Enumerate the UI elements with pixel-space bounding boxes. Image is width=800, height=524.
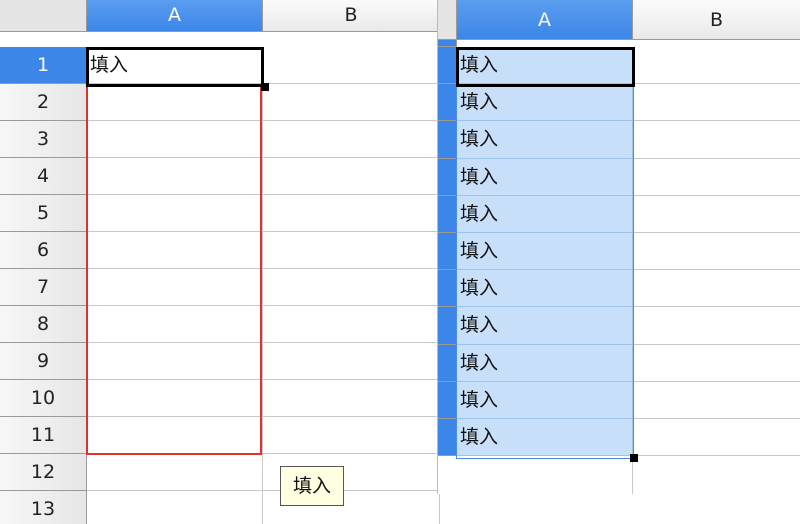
row-header-6[interactable] bbox=[438, 233, 457, 271]
cell-b1[interactable] bbox=[633, 47, 800, 85]
cell-b5[interactable] bbox=[263, 195, 440, 232]
cell-b8[interactable] bbox=[633, 307, 800, 345]
row-header-gap bbox=[438, 40, 457, 47]
right-spreadsheet: A B 填入 填入 填入 填入 填入 填入 填入 填入 填入 填入 填入 bbox=[437, 0, 800, 494]
column-header-b[interactable]: B bbox=[633, 0, 800, 40]
cell-b-next[interactable] bbox=[633, 456, 800, 494]
cell-a8[interactable] bbox=[87, 306, 263, 343]
row-header-4[interactable] bbox=[438, 158, 457, 196]
row-header-4[interactable]: 4 bbox=[0, 158, 87, 195]
row-header-10[interactable]: 10 bbox=[0, 380, 87, 417]
cell-a9[interactable] bbox=[87, 343, 263, 380]
fill-handle[interactable] bbox=[630, 454, 638, 462]
row-header-11[interactable] bbox=[438, 419, 457, 457]
select-all-corner[interactable] bbox=[0, 0, 87, 32]
cell-a8[interactable]: 填入 bbox=[457, 307, 633, 345]
row-header-12[interactable]: 12 bbox=[0, 454, 87, 491]
cell-b11[interactable] bbox=[263, 417, 440, 454]
cell-a10[interactable]: 填入 bbox=[457, 381, 633, 419]
row-header-10[interactable] bbox=[438, 381, 457, 419]
cell-b8[interactable] bbox=[263, 306, 440, 343]
cell-a3[interactable] bbox=[87, 121, 263, 158]
cell-b10[interactable] bbox=[633, 382, 800, 419]
cell-a11[interactable] bbox=[87, 417, 263, 454]
cell-b6[interactable] bbox=[263, 232, 440, 269]
fill-handle[interactable] bbox=[261, 83, 269, 91]
cell-a4[interactable]: 填入 bbox=[457, 158, 633, 196]
row-header-3[interactable] bbox=[438, 121, 457, 159]
cell-a2[interactable]: 填入 bbox=[457, 84, 633, 122]
cell-a13[interactable] bbox=[87, 491, 263, 524]
cell-b7[interactable] bbox=[633, 270, 800, 308]
cell-a6[interactable]: 填入 bbox=[457, 233, 633, 271]
cell-a1[interactable]: 填入 bbox=[457, 47, 633, 85]
cell-a6[interactable] bbox=[87, 232, 263, 269]
cell-a4[interactable] bbox=[87, 158, 263, 195]
left-spreadsheet: A B 1 填入 2 3 4 5 6 7 8 9 10 11 12 13 bbox=[0, 0, 440, 524]
cell-a3[interactable]: 填入 bbox=[457, 121, 633, 159]
cell-a-next[interactable] bbox=[457, 456, 633, 494]
cell-b7[interactable] bbox=[263, 269, 440, 306]
cell-a7[interactable] bbox=[87, 269, 263, 306]
column-header-a[interactable]: A bbox=[457, 0, 633, 40]
cell-b11[interactable] bbox=[633, 419, 800, 457]
row-header-13[interactable]: 13 bbox=[0, 491, 87, 524]
cell-b3[interactable] bbox=[633, 121, 800, 159]
cell-a5[interactable]: 填入 bbox=[457, 195, 633, 233]
row-header-1[interactable] bbox=[438, 47, 457, 85]
fill-preview-tooltip: 填入 bbox=[280, 466, 344, 506]
cell-b2[interactable] bbox=[633, 84, 800, 122]
column-header-b[interactable]: B bbox=[263, 0, 440, 32]
cell-b10[interactable] bbox=[263, 380, 440, 417]
cell-a1[interactable]: 填入 bbox=[87, 47, 263, 84]
cell-b2[interactable] bbox=[263, 84, 440, 121]
cell-b9[interactable] bbox=[263, 343, 440, 380]
cell-a11[interactable]: 填入 bbox=[457, 419, 633, 457]
cell-a7[interactable]: 填入 bbox=[457, 270, 633, 308]
row-header-3[interactable]: 3 bbox=[0, 121, 87, 158]
row-header-11[interactable]: 11 bbox=[0, 417, 87, 454]
row-header-6[interactable]: 6 bbox=[0, 232, 87, 269]
row-header-7[interactable] bbox=[438, 270, 457, 308]
row-header-5[interactable]: 5 bbox=[0, 195, 87, 232]
row-header-5[interactable] bbox=[438, 195, 457, 233]
cell-b4[interactable] bbox=[633, 159, 800, 196]
cell-b9[interactable] bbox=[633, 345, 800, 382]
row-header-7[interactable]: 7 bbox=[0, 269, 87, 306]
cell-a12[interactable] bbox=[87, 454, 263, 491]
row-header-1[interactable]: 1 bbox=[0, 47, 87, 84]
cell-a5[interactable] bbox=[87, 195, 263, 232]
row-header-8[interactable]: 8 bbox=[0, 306, 87, 343]
cell-a2[interactable] bbox=[87, 84, 263, 121]
row-header-9[interactable] bbox=[438, 344, 457, 382]
cell-b5[interactable] bbox=[633, 196, 800, 233]
select-all-corner[interactable] bbox=[438, 0, 457, 40]
cell-b6[interactable] bbox=[633, 233, 800, 271]
cell-a9[interactable]: 填入 bbox=[457, 344, 633, 382]
row-header-2[interactable] bbox=[438, 84, 457, 122]
row-header-9[interactable]: 9 bbox=[0, 343, 87, 380]
column-header-a[interactable]: A bbox=[87, 0, 263, 32]
header-gap bbox=[0, 32, 440, 47]
row-header-8[interactable] bbox=[438, 307, 457, 345]
cell-b3[interactable] bbox=[263, 121, 440, 158]
cell-a10[interactable] bbox=[87, 380, 263, 417]
cell-b4[interactable] bbox=[263, 158, 440, 195]
cell-b1[interactable] bbox=[263, 47, 440, 84]
row-header-2[interactable]: 2 bbox=[0, 84, 87, 121]
